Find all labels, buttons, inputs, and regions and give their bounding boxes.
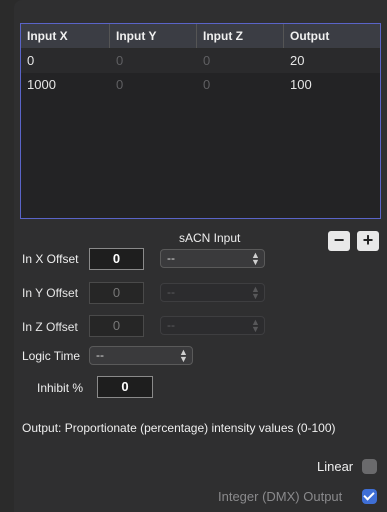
sacn-input-header: sACN Input bbox=[179, 231, 241, 245]
chevron-updown-icon: ▲ ▼ bbox=[251, 317, 260, 334]
logic-time-select[interactable]: -- ▲ ▼ bbox=[89, 346, 193, 365]
chevron-updown-icon: ▲ ▼ bbox=[251, 284, 260, 301]
curve-table[interactable]: Input X Input Y Input Z Output 0 0 0 20 … bbox=[20, 23, 381, 219]
column-header-input-z[interactable]: Input Z bbox=[197, 24, 284, 48]
cell-output[interactable]: 20 bbox=[284, 49, 380, 73]
table-row[interactable]: 0 0 0 20 bbox=[21, 49, 380, 73]
in-y-offset-label: In Y Offset bbox=[22, 286, 79, 300]
table-row[interactable]: 1000 0 0 100 bbox=[21, 73, 380, 97]
output-description: Output: Proportionate (percentage) inten… bbox=[22, 421, 336, 435]
in-y-source-select: -- ▲ ▼ bbox=[160, 283, 265, 302]
logic-time-value: -- bbox=[96, 348, 104, 362]
chevron-updown-icon: ▲ ▼ bbox=[179, 347, 188, 364]
in-z-source-value: -- bbox=[167, 318, 175, 332]
in-z-source-select: -- ▲ ▼ bbox=[160, 316, 265, 335]
cell-input-y: 0 bbox=[116, 77, 124, 92]
linear-label: Linear bbox=[317, 459, 354, 474]
table-header: Input X Input Y Input Z Output bbox=[21, 24, 380, 49]
cell-input-y: 0 bbox=[116, 53, 124, 68]
in-x-source-value: -- bbox=[167, 251, 175, 265]
linear-checkbox[interactable] bbox=[362, 459, 377, 474]
cell-input-z: 0 bbox=[203, 77, 211, 92]
cell-input-z: 0 bbox=[203, 53, 211, 68]
column-header-input-y[interactable]: Input Y bbox=[110, 24, 197, 48]
in-y-source-value: -- bbox=[167, 285, 175, 299]
inhibit-label: Inhibit % bbox=[37, 381, 84, 395]
in-x-source-select[interactable]: -- ▲ ▼ bbox=[160, 249, 265, 268]
inhibit-input[interactable]: 0 bbox=[97, 376, 153, 398]
table-body: 0 0 0 20 1000 0 0 100 bbox=[21, 49, 380, 97]
add-row-button[interactable]: + bbox=[357, 231, 379, 251]
column-header-input-x[interactable]: Input X bbox=[21, 24, 110, 48]
column-header-output[interactable]: Output bbox=[284, 24, 380, 48]
in-y-offset-input: 0 bbox=[89, 282, 144, 304]
cell-input-x[interactable]: 1000 bbox=[21, 73, 110, 97]
cell-input-x[interactable]: 0 bbox=[21, 49, 110, 73]
in-z-offset-input: 0 bbox=[89, 315, 144, 337]
chevron-updown-icon: ▲ ▼ bbox=[251, 250, 260, 267]
logic-time-label: Logic Time bbox=[22, 349, 81, 363]
cell-output[interactable]: 100 bbox=[284, 73, 380, 97]
remove-row-button[interactable]: − bbox=[328, 231, 350, 251]
in-x-offset-input[interactable]: 0 bbox=[89, 248, 144, 270]
integer-output-checkbox[interactable] bbox=[362, 489, 377, 504]
in-z-offset-label: In Z Offset bbox=[22, 320, 78, 334]
in-x-offset-label: In X Offset bbox=[22, 252, 79, 266]
integer-output-label: Integer (DMX) Output bbox=[218, 489, 343, 504]
